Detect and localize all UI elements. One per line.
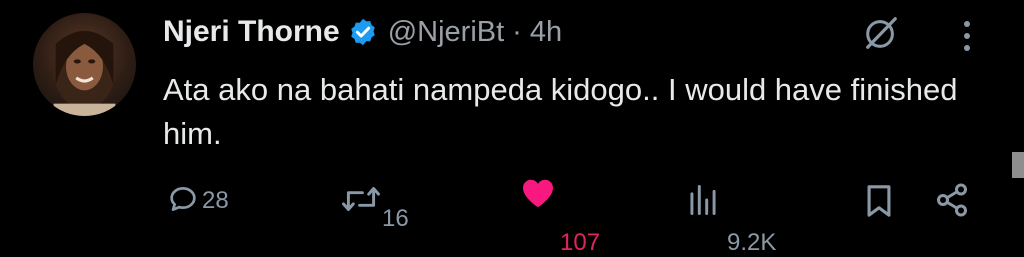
views-icon xyxy=(690,184,716,216)
heart-icon xyxy=(523,179,553,208)
views-button[interactable] xyxy=(688,184,718,216)
avatar-image xyxy=(53,30,116,116)
repost-icon xyxy=(342,187,380,211)
share-icon xyxy=(937,183,967,217)
reply-button[interactable]: 28 xyxy=(166,182,229,216)
author-name[interactable]: Njeri Thorne xyxy=(163,15,340,49)
verified-badge-icon xyxy=(350,18,375,46)
views-count: 9.2K xyxy=(727,229,777,256)
tweet-text: Ata ako na bahati nampeda kidogo.. I wou… xyxy=(163,72,958,151)
reply-count: 28 xyxy=(202,187,229,214)
avatar[interactable] xyxy=(33,13,136,116)
repost-count: 16 xyxy=(382,205,409,232)
like-count: 107 xyxy=(560,229,601,256)
author-handle[interactable]: @NjeriBt xyxy=(388,16,504,49)
bookmark-button[interactable] xyxy=(864,184,894,218)
tweet-header: Njeri Thorne @NjeriBt · 4h xyxy=(163,12,562,52)
scrollbar-handle[interactable] xyxy=(1012,152,1024,178)
share-button[interactable] xyxy=(933,182,971,218)
grok-icon[interactable] xyxy=(862,14,900,52)
reply-icon xyxy=(170,187,196,211)
more-vertical-icon[interactable] xyxy=(958,16,976,56)
bookmark-icon xyxy=(867,185,891,217)
repost-button[interactable]: 16 xyxy=(340,182,409,233)
tweet-timestamp[interactable]: 4h xyxy=(530,16,562,49)
header-separator: · xyxy=(512,15,522,48)
like-button[interactable] xyxy=(520,176,556,210)
